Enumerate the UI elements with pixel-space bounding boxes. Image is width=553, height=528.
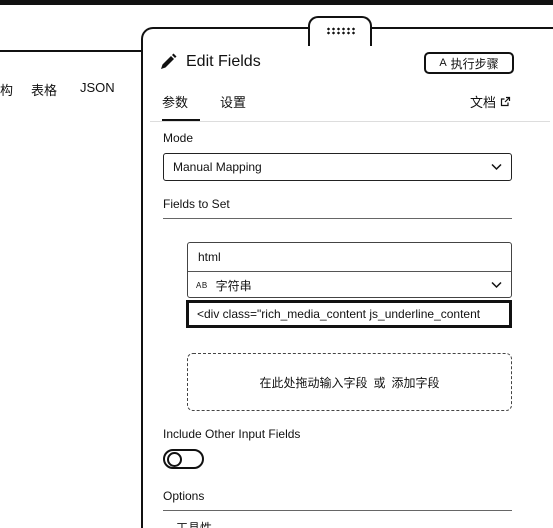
canvas-tab-0[interactable]: 构 <box>0 80 13 99</box>
include-other-toggle[interactable] <box>163 449 204 469</box>
docs-link[interactable]: 文档 <box>470 92 511 111</box>
fields-section-divider <box>163 218 512 219</box>
field-type-select[interactable]: AB 字符串 <box>188 271 511 298</box>
panel-title: Edit Fields <box>186 53 261 70</box>
execute-step-label: 执行步骤 <box>450 56 499 71</box>
field-drop-zone[interactable]: 在此处拖动输入字段 或 添加字段 <box>187 353 512 411</box>
mode-select-value: Manual Mapping <box>173 160 262 174</box>
panel-drag-handle[interactable] <box>308 16 372 46</box>
options-divider <box>163 510 512 511</box>
drop-zone-or: 或 <box>373 375 386 390</box>
execute-step-button[interactable]: A 执行步骤 <box>424 52 514 74</box>
mode-select[interactable]: Manual Mapping <box>163 153 512 181</box>
include-other-label: Include Other Input Fields <box>163 427 301 441</box>
top-rule <box>0 0 553 5</box>
tab-settings[interactable]: 设置 <box>220 92 246 111</box>
fields-to-set-label: Fields to Set <box>163 197 230 211</box>
toggle-knob <box>167 452 182 467</box>
drag-dots-icon <box>326 27 356 35</box>
tabs-divider <box>150 121 550 122</box>
canvas-header-edge <box>0 44 148 52</box>
canvas-tab-json[interactable]: JSON <box>80 80 115 95</box>
field-value-input[interactable]: <div class="rich_media_content js_underl… <box>186 300 512 328</box>
field-name-input[interactable]: html <box>198 250 221 264</box>
add-field-link[interactable]: 添加字段 <box>392 374 440 391</box>
chevron-down-icon <box>491 281 502 289</box>
docs-link-label: 文档 <box>470 95 497 110</box>
canvas-tab-table[interactable]: 表格 <box>31 80 57 99</box>
tab-parameters[interactable]: 参数 <box>162 92 188 111</box>
external-link-icon <box>500 96 511 107</box>
panel-header: Edit Fields <box>158 50 261 74</box>
options-label: Options <box>163 489 205 503</box>
field-type-label: 字符串 <box>215 278 252 293</box>
drop-zone-text: 在此处拖动输入字段 <box>259 375 368 390</box>
mode-label: Mode <box>163 131 194 145</box>
pencil-icon <box>161 53 177 69</box>
panel-tabs: 参数 设置 <box>158 92 520 122</box>
options-first-item[interactable]: 工具性 <box>176 519 212 528</box>
chevron-down-icon <box>491 163 502 171</box>
string-type-icon: AB <box>196 280 208 290</box>
ai-badge-icon: A <box>439 57 447 69</box>
field-assignment: html AB 字符串 <box>187 242 512 298</box>
